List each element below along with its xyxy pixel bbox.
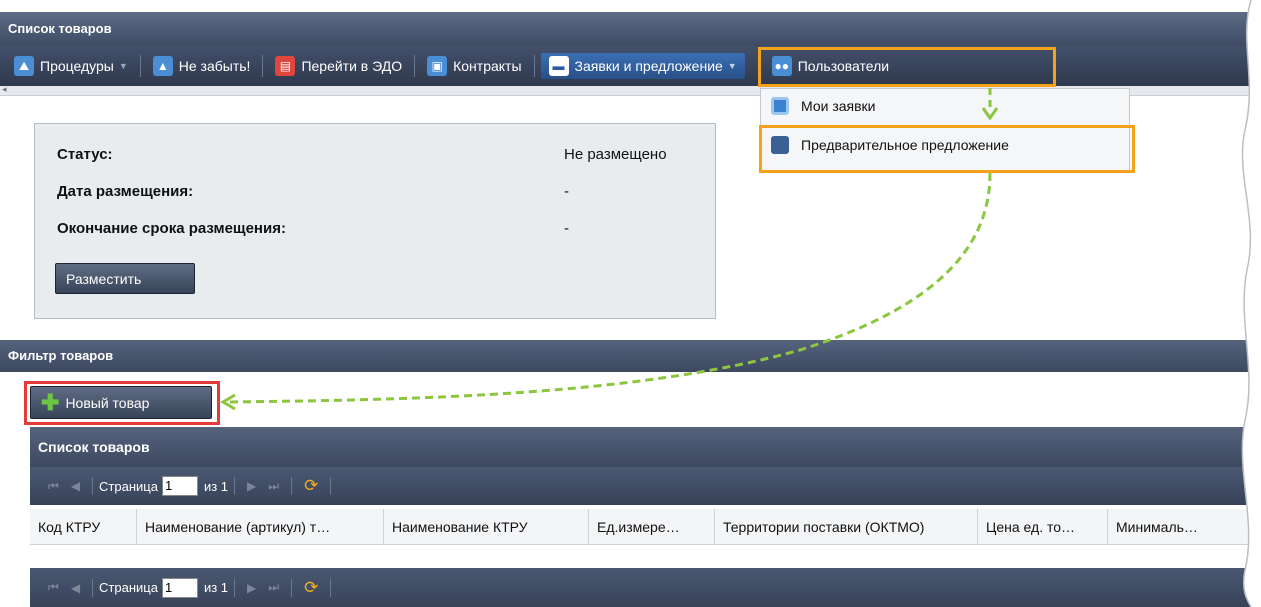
arrow-offer-to-new-product: [224, 172, 992, 404]
torn-edge: [1241, 0, 1261, 607]
arrow-head-dropdown: [981, 107, 999, 121]
annotation-arrows: [220, 88, 999, 411]
